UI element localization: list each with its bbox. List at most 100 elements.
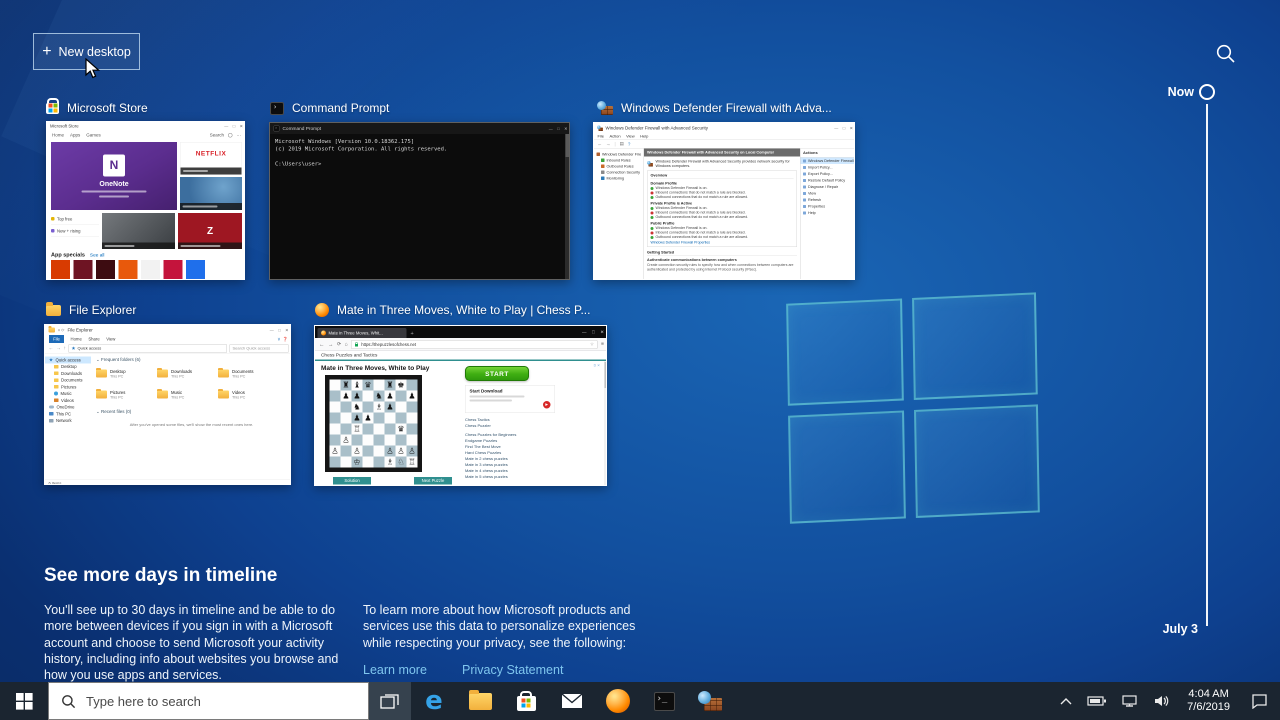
- taskbar-icon-firewall[interactable]: [687, 682, 733, 720]
- chess-square: [407, 435, 418, 446]
- tray-volume-icon[interactable]: [1146, 682, 1178, 720]
- chess-square: ♞: [374, 391, 385, 402]
- tray-battery-icon[interactable]: [1080, 682, 1114, 720]
- timeline-scrubber-knob[interactable]: [1199, 84, 1215, 100]
- windows-logo-pane: [786, 298, 904, 405]
- sidebar-item-label: Pictures: [61, 384, 76, 389]
- ad-title: Start Download: [470, 389, 551, 394]
- firefox-icon: [606, 689, 630, 713]
- window-thumbnail-firewall[interactable]: Windows Defender Firewall with Advanced …: [593, 122, 855, 280]
- taskbar-icon-file-explorer[interactable]: [457, 682, 503, 720]
- taskbar-icon-edge[interactable]: e: [411, 682, 457, 720]
- explorer-address-bar: ←→↑ Quick access Search Quick access: [45, 343, 291, 354]
- top-free-icon: [51, 217, 55, 221]
- taskbar-search-box[interactable]: [48, 682, 369, 720]
- store-category-list: Top free New + rising: [51, 213, 99, 237]
- maximize-icon: □: [278, 328, 280, 333]
- chess-square: ♛: [396, 424, 407, 435]
- folder-text: MusicThis PC: [171, 390, 184, 400]
- profile-status-row: Windows Defender Firewall is on.: [651, 207, 794, 211]
- profile-status-row: Outbound connections that do not match a…: [651, 236, 794, 240]
- chess-square: [374, 435, 385, 446]
- chess-square: [374, 457, 385, 468]
- store-tile-photo: [102, 213, 175, 249]
- window-thumbnail-command-prompt[interactable]: › Command Prompt —□✕ Microsoft Windows […: [269, 122, 570, 280]
- console-tree-item: Outbound Rules: [597, 164, 642, 169]
- explorer-sidebar-item: Network: [45, 417, 91, 424]
- url-text: https://thepuzzlesofchess.net: [361, 342, 416, 347]
- firewall-icon: [597, 101, 613, 115]
- window-thumbnail-firefox-chess[interactable]: Mate in Three Moves, Whit... + —□✕ ← → ⟳…: [314, 325, 607, 486]
- chess-square: [330, 402, 341, 413]
- chess-square: ♙: [396, 446, 407, 457]
- chess-site-link: Chess Puzzler: [465, 423, 516, 429]
- quick-access-icon: [72, 346, 76, 350]
- explorer-sidebar-item: Documents: [45, 377, 91, 384]
- file-explorer-icon: [49, 328, 56, 333]
- search-icon[interactable]: [1214, 42, 1238, 66]
- forward-icon: →: [56, 346, 61, 352]
- puzzle-heading: Mate in Three Moves, White to Play: [321, 364, 429, 372]
- chess-square: ♙: [407, 446, 418, 457]
- chess-square: ♟: [407, 391, 418, 402]
- tray-chevron-up-icon[interactable]: [1052, 682, 1080, 720]
- card-title-text: Windows Defender Firewall with Adva...: [621, 101, 832, 115]
- app-special-tile: [51, 260, 70, 279]
- sidebar-item-icon: [54, 392, 58, 396]
- action-label: Diagnose / Repair: [808, 185, 838, 190]
- command-prompt-icon: ›: [274, 126, 280, 132]
- hero-caption-bar: [99, 196, 129, 198]
- privacy-statement-link[interactable]: Privacy Statement: [462, 663, 563, 677]
- folder-location: This PC: [232, 374, 254, 379]
- minimize-icon: —: [549, 126, 553, 131]
- up-icon: ↑: [64, 346, 67, 352]
- action-center-button[interactable]: [1239, 682, 1280, 720]
- taskbar-icon-command-prompt[interactable]: ›_: [641, 682, 687, 720]
- home-icon: ⌂: [345, 342, 348, 348]
- window-thumbnail-microsoft-store[interactable]: Microsoft Store —□✕ Home Apps Games Sear…: [46, 121, 245, 280]
- store-nav-apps: Apps: [70, 133, 80, 138]
- action-label: View: [808, 191, 816, 196]
- profile-status-row: Windows Defender Firewall is on.: [651, 187, 794, 191]
- chess-square: ♟: [385, 391, 396, 402]
- maximize-icon: □: [843, 126, 845, 131]
- firewall-intro-text: Windows Defender Firewall with Advanced …: [656, 159, 798, 168]
- card-title-firewall: Windows Defender Firewall with Adva...: [597, 99, 832, 117]
- task-view-button[interactable]: [369, 682, 411, 720]
- store-tile-z: Z: [178, 213, 242, 249]
- getting-started-heading: Getting Started: [647, 250, 797, 256]
- tray-network-icon[interactable]: [1114, 682, 1146, 720]
- frequent-folder-tile: DesktopThis PC: [96, 365, 157, 382]
- top-free-label: Top free: [57, 216, 72, 221]
- profile-status-row: Outbound connections that do not match a…: [651, 196, 794, 200]
- tab-title: Mate in Three Moves, Whit...: [329, 331, 383, 336]
- taskbar-icon-mail[interactable]: [549, 682, 595, 720]
- window-controls: —□✕: [224, 124, 243, 129]
- windows-logo-pane: [788, 410, 906, 523]
- chess-site-link: Mate in 5 chess puzzles: [465, 474, 516, 480]
- taskbar-icon-microsoft-store[interactable]: [503, 682, 549, 720]
- more-icon: ···: [237, 133, 242, 138]
- chess-square: ♜: [385, 380, 396, 391]
- store-title-text: Microsoft Store: [50, 124, 79, 129]
- profile-status-row: Inbound connections that do not match a …: [651, 211, 794, 215]
- window-thumbnail-file-explorer[interactable]: ▾ ⟳ File Explorer —□✕ File Home Share Vi…: [44, 324, 291, 485]
- learn-more-link[interactable]: Learn more: [363, 663, 427, 677]
- new-desktop-button[interactable]: + New desktop: [33, 33, 140, 70]
- console-tree-item: Windows Defender Firewall...: [597, 152, 642, 157]
- taskbar-icon-firefox[interactable]: [595, 682, 641, 720]
- chess-square: [407, 424, 418, 435]
- start-button[interactable]: [0, 682, 48, 720]
- action-center-icon: [1251, 693, 1268, 709]
- status-icon: [651, 187, 654, 190]
- taskbar-clock[interactable]: 4:04 AM 7/6/2019: [1178, 682, 1239, 720]
- close-icon: ✕: [564, 126, 567, 131]
- search-input[interactable]: [86, 694, 326, 709]
- search-placeholder: Search Quick access: [233, 346, 271, 351]
- chess-square: [363, 391, 374, 402]
- folder-location: This PC: [171, 374, 192, 379]
- firewall-title-text: Windows Defender Firewall with Advanced …: [606, 126, 709, 131]
- chess-square: ♛: [363, 380, 374, 391]
- minimize-icon: —: [224, 124, 228, 129]
- chess-square: ♖: [352, 424, 363, 435]
